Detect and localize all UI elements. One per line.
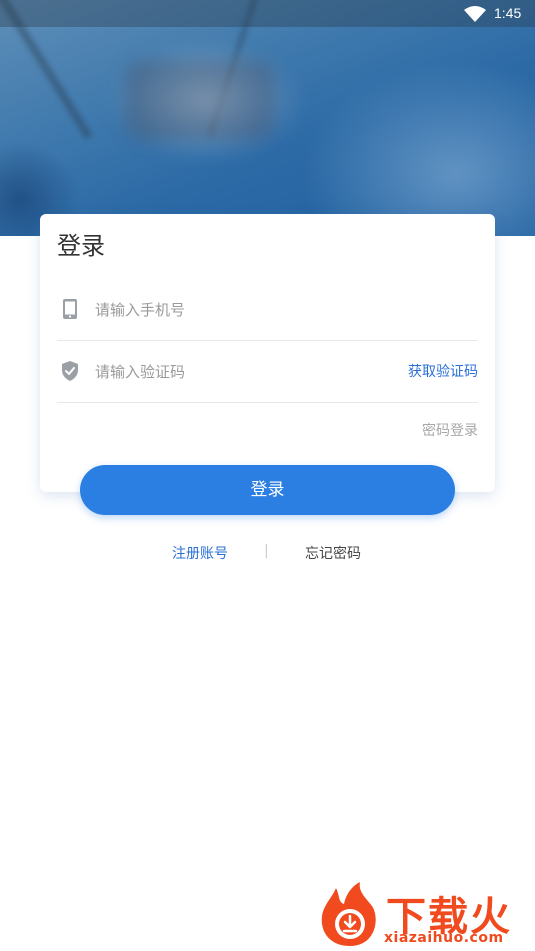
get-code-button[interactable]: 获取验证码 [408, 361, 478, 381]
verification-code-field: 获取验证码 [57, 341, 478, 403]
phone-field [57, 279, 478, 341]
login-button[interactable]: 登录 [80, 465, 455, 515]
header-background-image [0, 0, 535, 236]
watermark-url: xiazaihuo.com [384, 930, 504, 946]
login-card: 登录 获取验证码 密码登录 [40, 214, 495, 492]
login-title: 登录 [57, 232, 105, 260]
wifi-icon [464, 6, 486, 22]
hero-machine-shadow [125, 60, 275, 140]
shield-check-icon [62, 361, 78, 381]
status-time: 1:45 [494, 5, 522, 21]
register-link[interactable]: 注册账号 [172, 543, 228, 563]
hero-water-glow [300, 60, 535, 236]
password-login-link[interactable]: 密码登录 [422, 420, 478, 440]
phone-input[interactable] [95, 299, 395, 321]
verification-code-input[interactable] [95, 361, 395, 383]
forgot-password-link[interactable]: 忘记密码 [305, 543, 361, 563]
status-bar: 1:45 [0, 0, 535, 27]
phone-icon [63, 299, 77, 319]
watermark: 下载火 xiazaihuo.com [316, 878, 535, 951]
link-separator: | [264, 543, 269, 559]
flame-download-logo-icon [321, 882, 376, 946]
account-links: 注册账号 | 忘记密码 [0, 543, 535, 563]
